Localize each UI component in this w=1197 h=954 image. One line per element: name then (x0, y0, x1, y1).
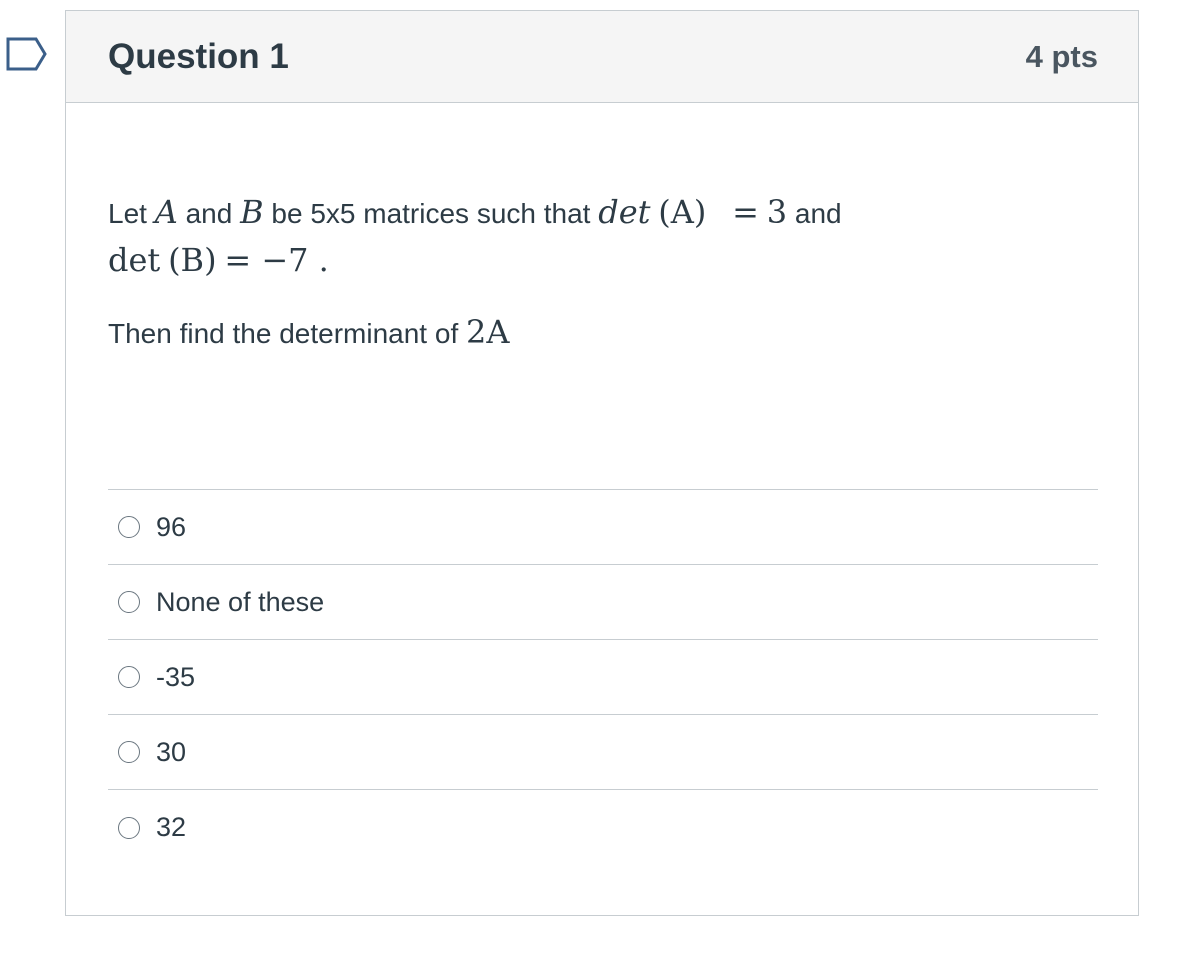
answer-list: 96 None of these -35 30 32 (108, 489, 1098, 865)
question-points: 4 pts (1025, 38, 1098, 74)
answer-option[interactable]: -35 (108, 640, 1098, 715)
radio-unchecked-icon[interactable] (118, 516, 140, 538)
flag-question-icon[interactable] (6, 37, 48, 71)
answer-label: 30 (156, 736, 187, 767)
answer-option[interactable]: 30 (108, 715, 1098, 790)
text-and-2: and (794, 198, 842, 229)
answer-label: None of these (156, 586, 325, 617)
question-body: Let A and B be 5x5 matrices such that de… (66, 103, 1138, 865)
question-header: Question 1 4 pts (66, 11, 1138, 103)
answer-label: 32 (156, 812, 187, 842)
math-value-a: 3 (766, 193, 788, 231)
radio-unchecked-icon[interactable] (118, 741, 140, 763)
radio-unchecked-icon[interactable] (118, 591, 140, 613)
answer-label: -35 (156, 661, 196, 692)
math-paren-b: (B) (168, 241, 217, 279)
math-var-a: A (154, 193, 178, 231)
text-then: Then find the determinant of (108, 318, 459, 349)
math-paren-a: (A) (658, 193, 707, 231)
text-and: and (185, 198, 233, 229)
text-matrices: be 5x5 matrices such that (271, 198, 591, 229)
question-card: Question 1 4 pts Let A and B be 5x5 matr… (65, 10, 1139, 916)
math-expr: 2A (466, 313, 510, 351)
math-det-a: det (598, 193, 651, 231)
question-text: Let A and B be 5x5 matrices such that de… (108, 189, 1098, 357)
answer-label: 96 (156, 511, 187, 542)
text-let: Let (108, 198, 147, 229)
radio-unchecked-icon[interactable] (118, 816, 140, 839)
radio-unchecked-icon[interactable] (118, 666, 140, 688)
math-var-b: B (240, 193, 264, 231)
math-det-b: det (108, 241, 161, 279)
question-title: Question 1 (108, 36, 289, 76)
answer-option[interactable]: 96 (108, 490, 1098, 565)
answer-option[interactable]: None of these (108, 565, 1098, 640)
math-equals: = (732, 193, 759, 231)
math-value-b: = −7 . (224, 241, 329, 279)
answer-option[interactable]: 32 (108, 790, 1098, 865)
